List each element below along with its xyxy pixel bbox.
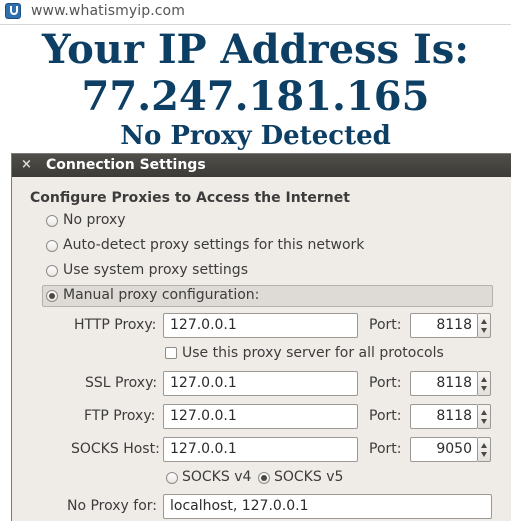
radio-system-proxy[interactable] [46, 265, 58, 277]
ssl-proxy-label: SSL Proxy: [85, 375, 158, 391]
http-port-spinner[interactable] [478, 313, 491, 338]
radio-auto-detect[interactable] [46, 240, 58, 252]
ssl-port-spinner[interactable] [478, 371, 491, 396]
http-proxy-input[interactable]: 127.0.0.1 [163, 313, 358, 338]
no-proxy-for-input[interactable]: localhost, 127.0.0.1 [163, 494, 492, 519]
option-system-proxy-label[interactable]: Use system proxy settings [63, 262, 248, 278]
ftp-port-input[interactable]: 8118 [410, 404, 478, 429]
ftp-port-spinner[interactable] [478, 404, 491, 429]
section-title: Configure Proxies to Access the Internet [30, 190, 350, 206]
url-text[interactable]: www.whatismyip.com [31, 3, 185, 19]
socks-port-spinner[interactable] [478, 437, 491, 462]
spin-up-icon[interactable] [481, 443, 487, 448]
spin-up-icon[interactable] [481, 377, 487, 382]
connection-settings-dialog: × Connection Settings Configure Proxies … [11, 153, 511, 521]
socks-port-label: Port: [369, 441, 402, 457]
close-icon[interactable]: × [21, 157, 32, 172]
spin-up-icon[interactable] [481, 410, 487, 415]
url-bar[interactable]: www.whatismyip.com [0, 0, 511, 25]
ssl-proxy-input[interactable]: 127.0.0.1 [163, 371, 358, 396]
page-headline: Your IP Address Is: [41, 26, 469, 73]
dialog-titlebar[interactable]: × Connection Settings [12, 154, 511, 177]
radio-no-proxy[interactable] [46, 215, 58, 227]
radio-socks-v4[interactable] [166, 472, 178, 484]
no-proxy-for-label: No Proxy for: [67, 498, 158, 514]
option-auto-detect-label[interactable]: Auto-detect proxy settings for this netw… [63, 237, 364, 253]
socks-v5-label[interactable]: SOCKS v5 [274, 469, 343, 485]
spin-up-icon[interactable] [481, 319, 487, 324]
ip-address: 77.247.181.165 [81, 73, 430, 120]
ftp-port-label: Port: [369, 408, 402, 424]
socks-port-input[interactable]: 9050 [410, 437, 478, 462]
radio-manual-proxy[interactable] [46, 290, 58, 302]
http-proxy-label: HTTP Proxy: [74, 317, 157, 333]
use-for-all-label[interactable]: Use this proxy server for all protocols [182, 345, 444, 361]
spin-down-icon[interactable] [481, 419, 487, 424]
http-port-input[interactable]: 8118 [410, 313, 478, 338]
dialog-title: Connection Settings [46, 157, 206, 173]
proxy-status: No Proxy Detected [120, 121, 391, 151]
socks-v4-label[interactable]: SOCKS v4 [182, 469, 251, 485]
spin-down-icon[interactable] [481, 452, 487, 457]
ftp-proxy-label: FTP Proxy: [84, 408, 156, 424]
option-no-proxy-label[interactable]: No proxy [63, 212, 126, 228]
radio-socks-v5[interactable] [258, 472, 270, 484]
spin-down-icon[interactable] [481, 328, 487, 333]
socks-host-label: SOCKS Host: [71, 441, 160, 457]
ssl-port-input[interactable]: 8118 [410, 371, 478, 396]
option-manual-proxy-label[interactable]: Manual proxy configuration: [63, 287, 259, 303]
use-for-all-checkbox[interactable] [165, 347, 177, 359]
socks-host-input[interactable]: 127.0.0.1 [163, 437, 358, 462]
site-identity-icon[interactable] [5, 3, 21, 19]
spin-down-icon[interactable] [481, 386, 487, 391]
ftp-proxy-input[interactable]: 127.0.0.1 [163, 404, 358, 429]
ssl-port-label: Port: [369, 375, 402, 391]
http-port-label: Port: [369, 317, 402, 333]
